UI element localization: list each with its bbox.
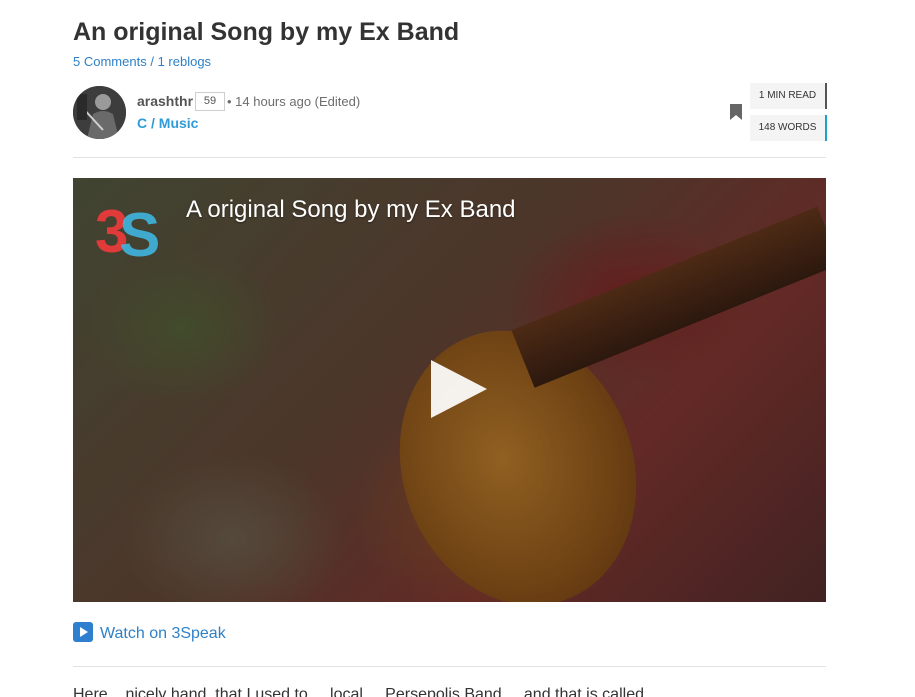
community-link[interactable]: C / Music: [137, 115, 198, 131]
video-player[interactable]: 3 S A original Song by my Ex Band: [73, 178, 826, 602]
author-row: arashthr 59 • 14 hours ago (Edited) C / …: [73, 83, 827, 142]
author-name[interactable]: arashthr: [137, 93, 193, 109]
play-icon[interactable]: [425, 356, 491, 422]
avatar[interactable]: [73, 86, 126, 139]
3speak-logo: 3 S: [95, 198, 160, 262]
watch-label: Watch on 3Speak: [100, 625, 226, 642]
post-body: Here ...nicely hand, that I used to ... …: [73, 686, 662, 697]
svg-text:S: S: [119, 201, 160, 262]
min-read-badge: 1 MIN READ: [750, 83, 827, 109]
post-page: An original Song by my Ex Band 5 Comment…: [0, 0, 915, 697]
avatar-image: [73, 86, 126, 139]
word-count-badge: 148 WORDS: [750, 115, 827, 141]
reblogs-link[interactable]: 1 reblogs: [158, 54, 211, 69]
content-divider: [73, 666, 826, 667]
watch-on-3speak-link[interactable]: Watch on 3Speak: [73, 622, 226, 643]
video-thumbnail-guitar: [362, 297, 674, 602]
post-title: An original Song by my Ex Band: [73, 18, 460, 46]
header-divider: [73, 157, 826, 158]
video-title: A original Song by my Ex Band: [186, 196, 516, 223]
stats-separator: /: [150, 54, 154, 69]
post-timestamp: • 14 hours ago (Edited): [227, 94, 361, 109]
comments-link[interactable]: 5 Comments: [73, 54, 147, 69]
post-stats: 5 Comments / 1 reblogs: [73, 54, 211, 69]
video-thumbnail-neck: [511, 206, 826, 388]
bookmark-icon[interactable]: [730, 104, 742, 120]
play-button-emoji-icon: [73, 622, 93, 642]
reputation-badge: 59: [195, 92, 225, 111]
